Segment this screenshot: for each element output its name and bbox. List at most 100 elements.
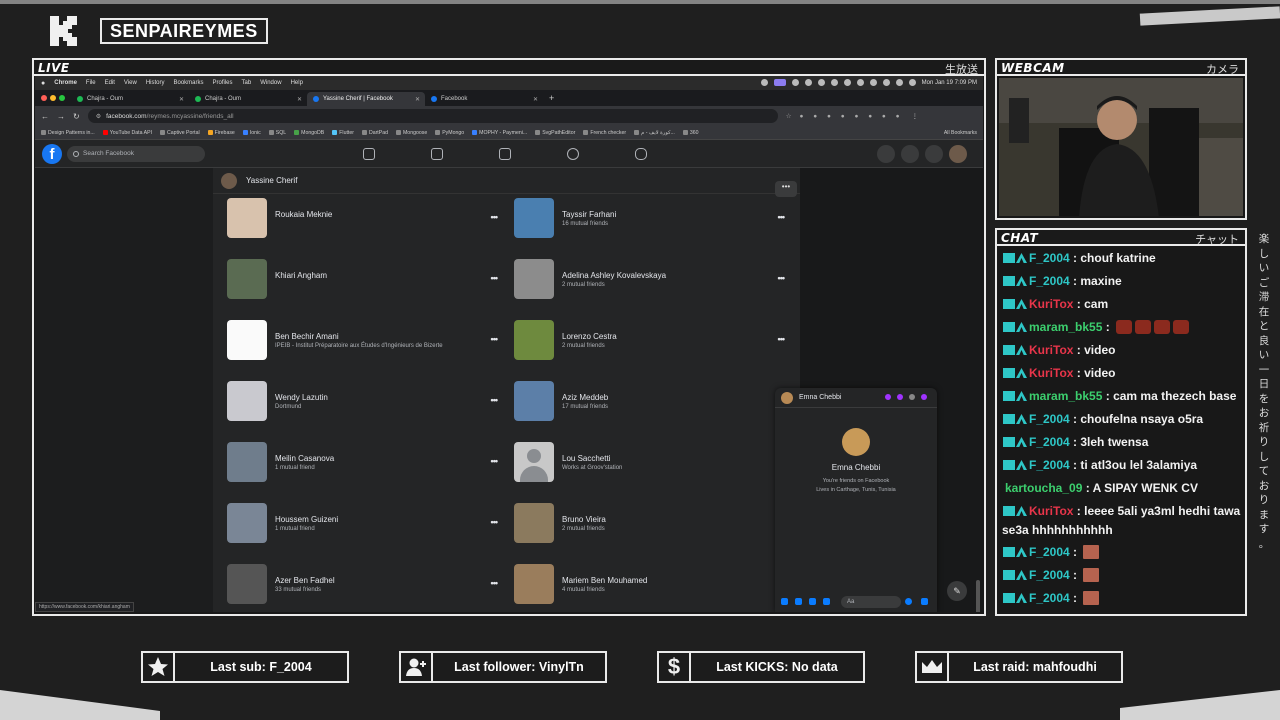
friend-name[interactable]: Aziz Meddeb (562, 393, 608, 402)
all-bookmarks[interactable]: All Bookmarks (939, 130, 977, 136)
chat-username[interactable]: F_2004 (1029, 458, 1070, 472)
new-tab-button[interactable]: + (549, 93, 554, 103)
chat-username[interactable]: KuriTox (1029, 366, 1073, 380)
bookmark-item[interactable]: Ionic (242, 130, 261, 136)
chat-contact-name[interactable]: Emna Chebbi (799, 394, 841, 401)
friend-name[interactable]: Khiari Angham (275, 271, 327, 280)
friend-options-icon[interactable]: ••• (778, 334, 786, 344)
bookmark-item[interactable]: SQL (268, 130, 286, 136)
mic-icon[interactable] (781, 598, 788, 605)
chat-username[interactable]: F_2004 (1029, 591, 1070, 605)
friend-name[interactable]: Adelina Ashley Kovalevskaya (562, 271, 666, 280)
sticker-icon[interactable] (809, 598, 816, 605)
friend-options-icon[interactable]: ••• (491, 517, 499, 527)
friend-name[interactable]: Ben Bechir Amani (275, 332, 339, 341)
chat-username[interactable]: F_2004 (1029, 545, 1070, 559)
status-icon[interactable] (773, 79, 786, 86)
facebook-search-input[interactable]: Search Facebook (67, 146, 205, 162)
chat-username[interactable]: F_2004 (1029, 412, 1070, 426)
address-bar[interactable]: ⚙ facebook.com/reymes.mcyassine/friends_… (87, 109, 778, 123)
home-icon[interactable] (363, 148, 375, 160)
zoom-window-icon[interactable] (59, 95, 65, 101)
chat-username[interactable]: kartoucha_09 (1005, 481, 1082, 495)
friend-options-icon[interactable]: ••• (491, 456, 499, 466)
bookmark-item[interactable]: Design Patterns in... (41, 130, 95, 136)
chat-username[interactable]: maram_bk55 (1029, 389, 1102, 403)
friend-name[interactable]: Mariem Ben Mouhamed (562, 576, 647, 585)
chat-username[interactable]: KuriTox (1029, 343, 1073, 357)
menu-help[interactable]: Help (291, 80, 303, 86)
friend-card[interactable]: Ben Bechir Amani IPEIB - Institut Prépar… (227, 320, 498, 364)
chat-username[interactable]: F_2004 (1029, 568, 1070, 582)
bookmark-item[interactable]: Mongoose (395, 130, 427, 136)
tab-facebook[interactable]: Facebook ✕ (425, 92, 543, 106)
friend-name[interactable]: Lorenzo Cestra (562, 332, 617, 341)
menu-profiles[interactable]: Profiles (213, 80, 233, 86)
new-message-button[interactable]: ✎ (947, 581, 967, 601)
friend-photo[interactable] (514, 198, 554, 238)
chat-username[interactable]: maram_bk55 (1029, 320, 1102, 334)
gif-icon[interactable] (823, 598, 830, 605)
gaming-icon[interactable] (635, 148, 647, 160)
friend-card[interactable]: Wendy Lazutin Dortmund ••• (227, 381, 499, 425)
chat-contact-avatar[interactable] (781, 392, 793, 404)
apple-icon[interactable]: ● (41, 80, 45, 87)
page-scrollbar[interactable] (975, 260, 981, 612)
facebook-logo-icon[interactable]: f (42, 144, 62, 164)
bookmark-item[interactable]: PyMongo (435, 130, 464, 136)
marketplace-icon[interactable] (499, 148, 511, 160)
forward-icon[interactable]: → (57, 112, 65, 121)
back-icon[interactable]: ← (41, 112, 49, 121)
friend-photo[interactable] (514, 564, 554, 604)
like-icon[interactable] (921, 598, 928, 605)
tab-chajra-1[interactable]: Chajra - Oum ✕ (71, 92, 189, 106)
battery-icon[interactable] (869, 79, 877, 86)
friend-options-icon[interactable]: ••• (491, 578, 499, 588)
extension-icon[interactable]: ☆ (786, 112, 792, 120)
menu-kebab-icon[interactable]: ⋮ (912, 112, 919, 120)
status-icon[interactable] (804, 79, 812, 86)
status-icon[interactable] (817, 79, 825, 86)
friend-card[interactable]: Bruno Vieira 2 mutual friends (514, 503, 784, 547)
call-icon[interactable] (885, 394, 891, 400)
bookmark-item[interactable]: Firebase (207, 130, 235, 136)
minimize-window-icon[interactable] (50, 95, 56, 101)
menu-history[interactable]: History (146, 80, 165, 86)
menu-grid-icon[interactable] (877, 145, 895, 163)
tab-chajra-2[interactable]: Chajra - Oum ✕ (189, 92, 307, 106)
bookmark-item[interactable]: MongoDB (294, 130, 324, 136)
bookmark-item[interactable]: French checker (583, 130, 626, 136)
friend-card[interactable]: Meilin Casanova 1 mutual friend ••• (227, 442, 499, 486)
groups-icon[interactable] (567, 148, 579, 160)
friend-card[interactable]: Aziz Meddeb 17 mutual friends (514, 381, 784, 425)
status-icon[interactable] (791, 79, 799, 86)
menu-edit[interactable]: Edit (105, 80, 115, 86)
messenger-chat-popup[interactable]: Emna Chebbi Emna Chebbi You're friends o… (775, 388, 937, 612)
friend-photo[interactable] (514, 259, 554, 299)
bookmark-item[interactable]: 360 (682, 130, 699, 136)
chat-username[interactable]: F_2004 (1029, 435, 1070, 449)
profile-name[interactable]: Yassine Cherif (246, 176, 297, 185)
friend-options-icon[interactable]: ••• (491, 212, 499, 222)
friend-photo[interactable] (227, 442, 267, 482)
friend-name[interactable]: Lou Sacchetti (562, 454, 610, 463)
emoji-icon[interactable] (905, 598, 912, 605)
status-icon[interactable] (760, 79, 768, 86)
friend-card[interactable]: Lorenzo Cestra 2 mutual friends ••• (514, 320, 786, 364)
close-tab-icon[interactable]: ✕ (179, 96, 184, 103)
bookmark-item[interactable]: SvgPathEditor (535, 130, 575, 136)
bookmark-item[interactable]: YouTube Data API (102, 130, 152, 136)
wifi-icon[interactable] (882, 79, 890, 86)
bookmark-item[interactable]: DartPad (361, 130, 388, 136)
friend-options-icon[interactable]: ••• (491, 395, 499, 405)
bookmark-item[interactable]: Flutter (332, 130, 354, 136)
search-icon[interactable] (895, 79, 903, 86)
friend-card[interactable]: Roukaia Meknie ••• (227, 198, 499, 242)
friend-photo[interactable] (227, 259, 267, 299)
minimize-chat-icon[interactable] (909, 394, 915, 400)
friend-photo[interactable] (227, 320, 267, 360)
friend-card[interactable]: Adelina Ashley Kovalevskaya 2 mutual fri… (514, 259, 785, 303)
reload-icon[interactable]: ↻ (73, 112, 80, 121)
status-icon[interactable] (843, 79, 851, 86)
menu-file[interactable]: File (86, 80, 96, 86)
